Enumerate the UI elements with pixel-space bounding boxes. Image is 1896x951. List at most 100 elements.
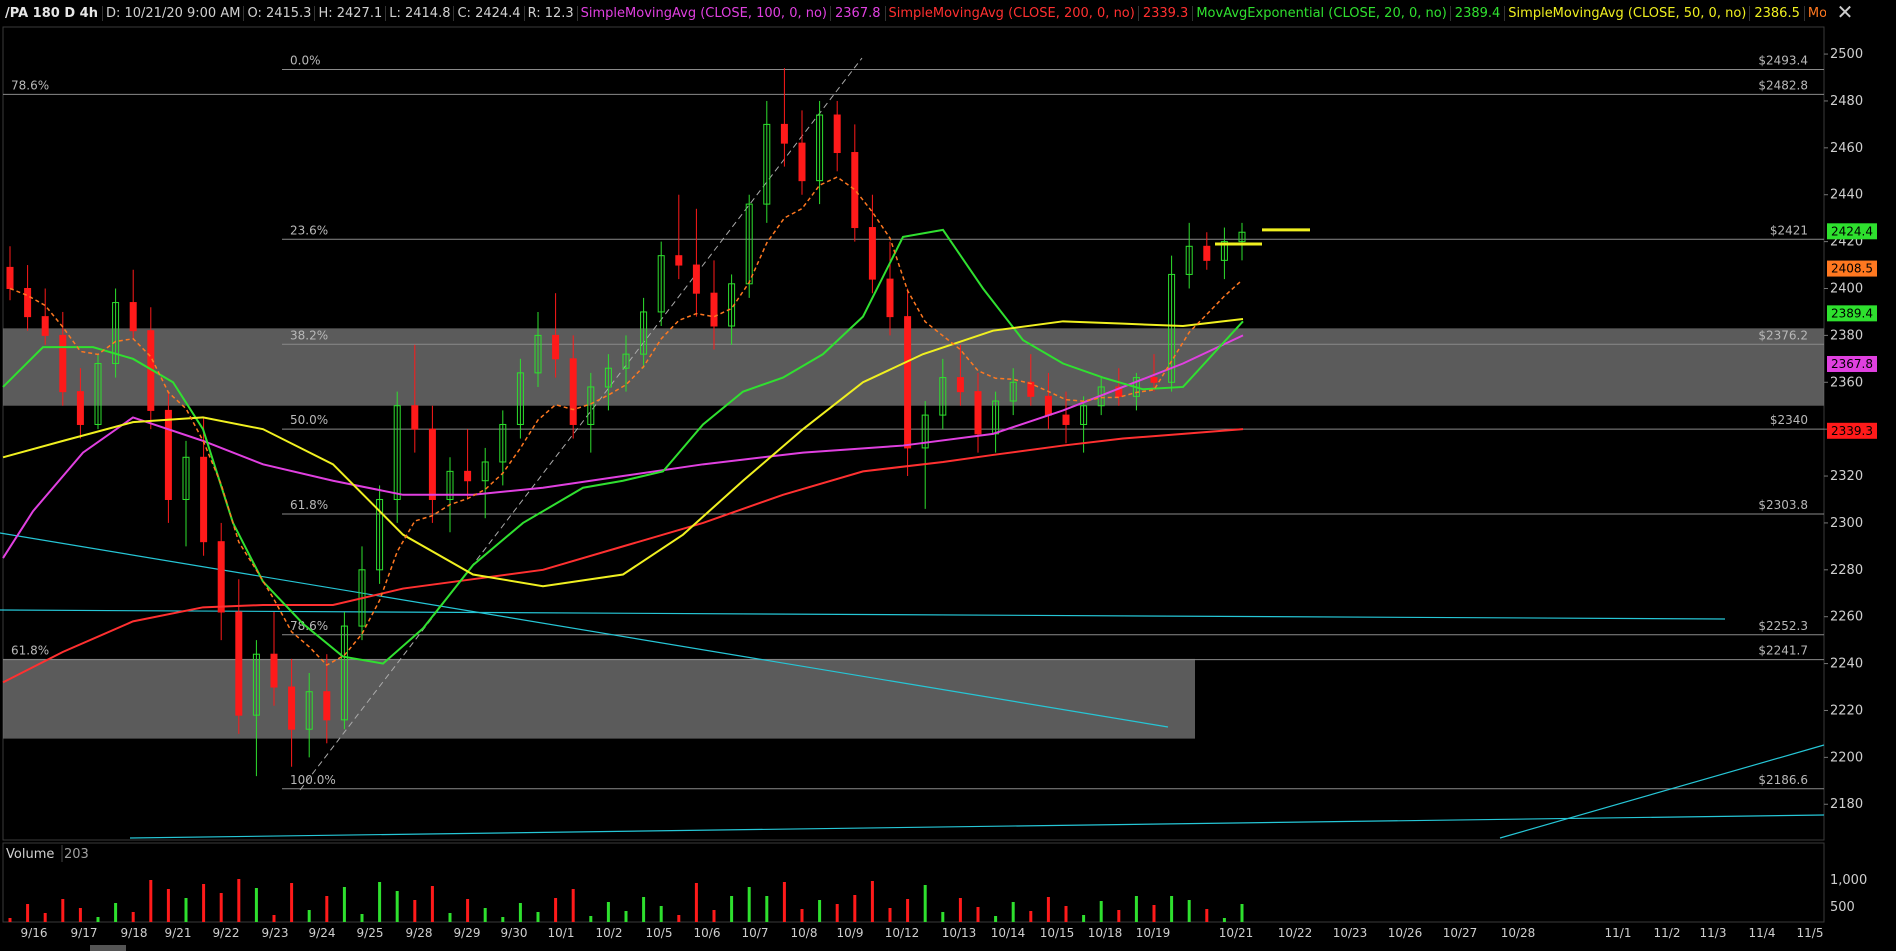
volume-bar (712, 910, 716, 922)
trendline[interactable] (1499, 744, 1825, 839)
x-tick-label: 10/26 (1388, 926, 1423, 940)
volume-bar (765, 896, 769, 922)
candle-body[interactable] (235, 611, 243, 716)
price-chart[interactable]: 0.0% $2493.4 78.6% $2482.8 23.6% $2421 38.2% $2… (0, 0, 1896, 951)
volume-bar (360, 914, 364, 922)
candle-body[interactable] (569, 358, 577, 425)
x-tick-label: 11/3 (1700, 926, 1727, 940)
fib-percent-label: 0.0% (290, 54, 321, 68)
x-tick-label: 11/4 (1749, 926, 1776, 940)
x-tick-label: 10/7 (742, 926, 769, 940)
x-tick-label: 10/2 (596, 926, 623, 940)
y-tick-label: 2400 (1830, 281, 1863, 296)
volume-bar (571, 889, 575, 922)
candle-body[interactable] (217, 541, 225, 613)
x-tick-label: 9/17 (71, 926, 98, 940)
candle-body[interactable] (886, 278, 894, 318)
volume-bar (642, 897, 646, 922)
trendline[interactable] (0, 609, 1726, 620)
candle-body[interactable] (76, 391, 84, 425)
candle-body[interactable] (1062, 414, 1070, 425)
candle-body[interactable] (164, 409, 172, 500)
candle-body[interactable] (675, 255, 683, 266)
candle-body[interactable] (552, 334, 560, 360)
candle-body[interactable] (464, 470, 472, 482)
horizontal-scrollbar[interactable] (90, 945, 126, 951)
candle-body[interactable] (59, 334, 67, 393)
candle-body[interactable] (851, 152, 859, 229)
fib-price-label: $2241.7 (1758, 644, 1808, 658)
volume-bar (466, 899, 470, 922)
volume-panel-frame (2, 842, 1825, 923)
candle-body[interactable] (904, 316, 912, 449)
y-tick-label: 2200 (1830, 750, 1863, 765)
volume-bar (888, 908, 892, 922)
candle-body[interactable] (428, 428, 436, 500)
volume-bar (342, 887, 346, 922)
candle-body[interactable] (411, 405, 419, 430)
candle-body[interactable] (710, 292, 718, 327)
volume-bar (378, 882, 382, 922)
candle-body[interactable] (1203, 245, 1211, 261)
x-tick-label: 10/19 (1136, 926, 1171, 940)
candle-body[interactable] (323, 691, 331, 721)
candle-body[interactable] (1027, 381, 1035, 397)
volume-bar (554, 898, 558, 922)
volume-bar (114, 903, 118, 922)
volume-bar (1152, 905, 1156, 922)
x-tick-label: 9/24 (309, 926, 336, 940)
volume-bar (1170, 896, 1174, 922)
candle-body[interactable] (6, 266, 14, 289)
candle-body[interactable] (129, 302, 137, 332)
volume-bar (1046, 897, 1050, 922)
candle-body[interactable] (692, 264, 700, 294)
candle-body[interactable] (270, 653, 278, 688)
ema8-line[interactable] (9, 176, 1243, 666)
candle-body[interactable] (974, 391, 982, 435)
volume-bar (606, 902, 610, 922)
volume-value: 203 (64, 847, 89, 862)
volume-bar (413, 900, 417, 922)
fib-percent-label: 38.2% (290, 328, 328, 342)
candle-body[interactable] (798, 142, 806, 182)
candle-body[interactable] (41, 316, 49, 336)
volume-bar (184, 898, 188, 922)
volume-bar (1029, 911, 1033, 922)
candle-body[interactable] (24, 287, 32, 318)
y-tick-label: 2480 (1830, 94, 1863, 109)
candle-body[interactable] (868, 227, 876, 280)
fib-price-label: $2340 (1770, 413, 1808, 427)
volume-bar (78, 908, 82, 922)
volume-bar (8, 918, 12, 922)
candle-body[interactable] (780, 123, 788, 144)
x-tick-label: 10/12 (885, 926, 920, 940)
candle-body[interactable] (200, 456, 208, 543)
volume-bar (800, 909, 804, 922)
fib-percent-label: 100.0% (290, 773, 336, 787)
candle-body[interactable] (1150, 377, 1158, 383)
fib-percent-label: 78.6% (290, 619, 328, 633)
price-badge-label: 2389.4 (1831, 306, 1873, 320)
volume-bar (694, 883, 698, 922)
volume-bar (325, 896, 329, 922)
volume-bar (483, 908, 487, 922)
volume-bar (237, 879, 241, 922)
candle-body[interactable] (956, 377, 964, 393)
volume-bar (307, 910, 311, 922)
y-tick-label: 2440 (1830, 188, 1863, 203)
volume-bar (1187, 900, 1191, 922)
candle-body[interactable] (288, 686, 296, 730)
fib-percent-label: 50.0% (290, 413, 328, 427)
x-tick-label: 10/8 (791, 926, 818, 940)
candle-body[interactable] (833, 114, 841, 154)
x-tick-label: 10/27 (1443, 926, 1478, 940)
volume-bar (835, 904, 839, 922)
fib-percent-label: 78.6% (11, 78, 49, 92)
volume-bar (730, 896, 734, 922)
volume-bar (1082, 915, 1086, 922)
volume-bar (782, 882, 786, 922)
fib-percent-label: 61.8% (11, 644, 49, 658)
price-badge-label: 2408.5 (1831, 262, 1873, 276)
candle-body[interactable] (1044, 395, 1052, 416)
volume-bar (290, 883, 294, 922)
